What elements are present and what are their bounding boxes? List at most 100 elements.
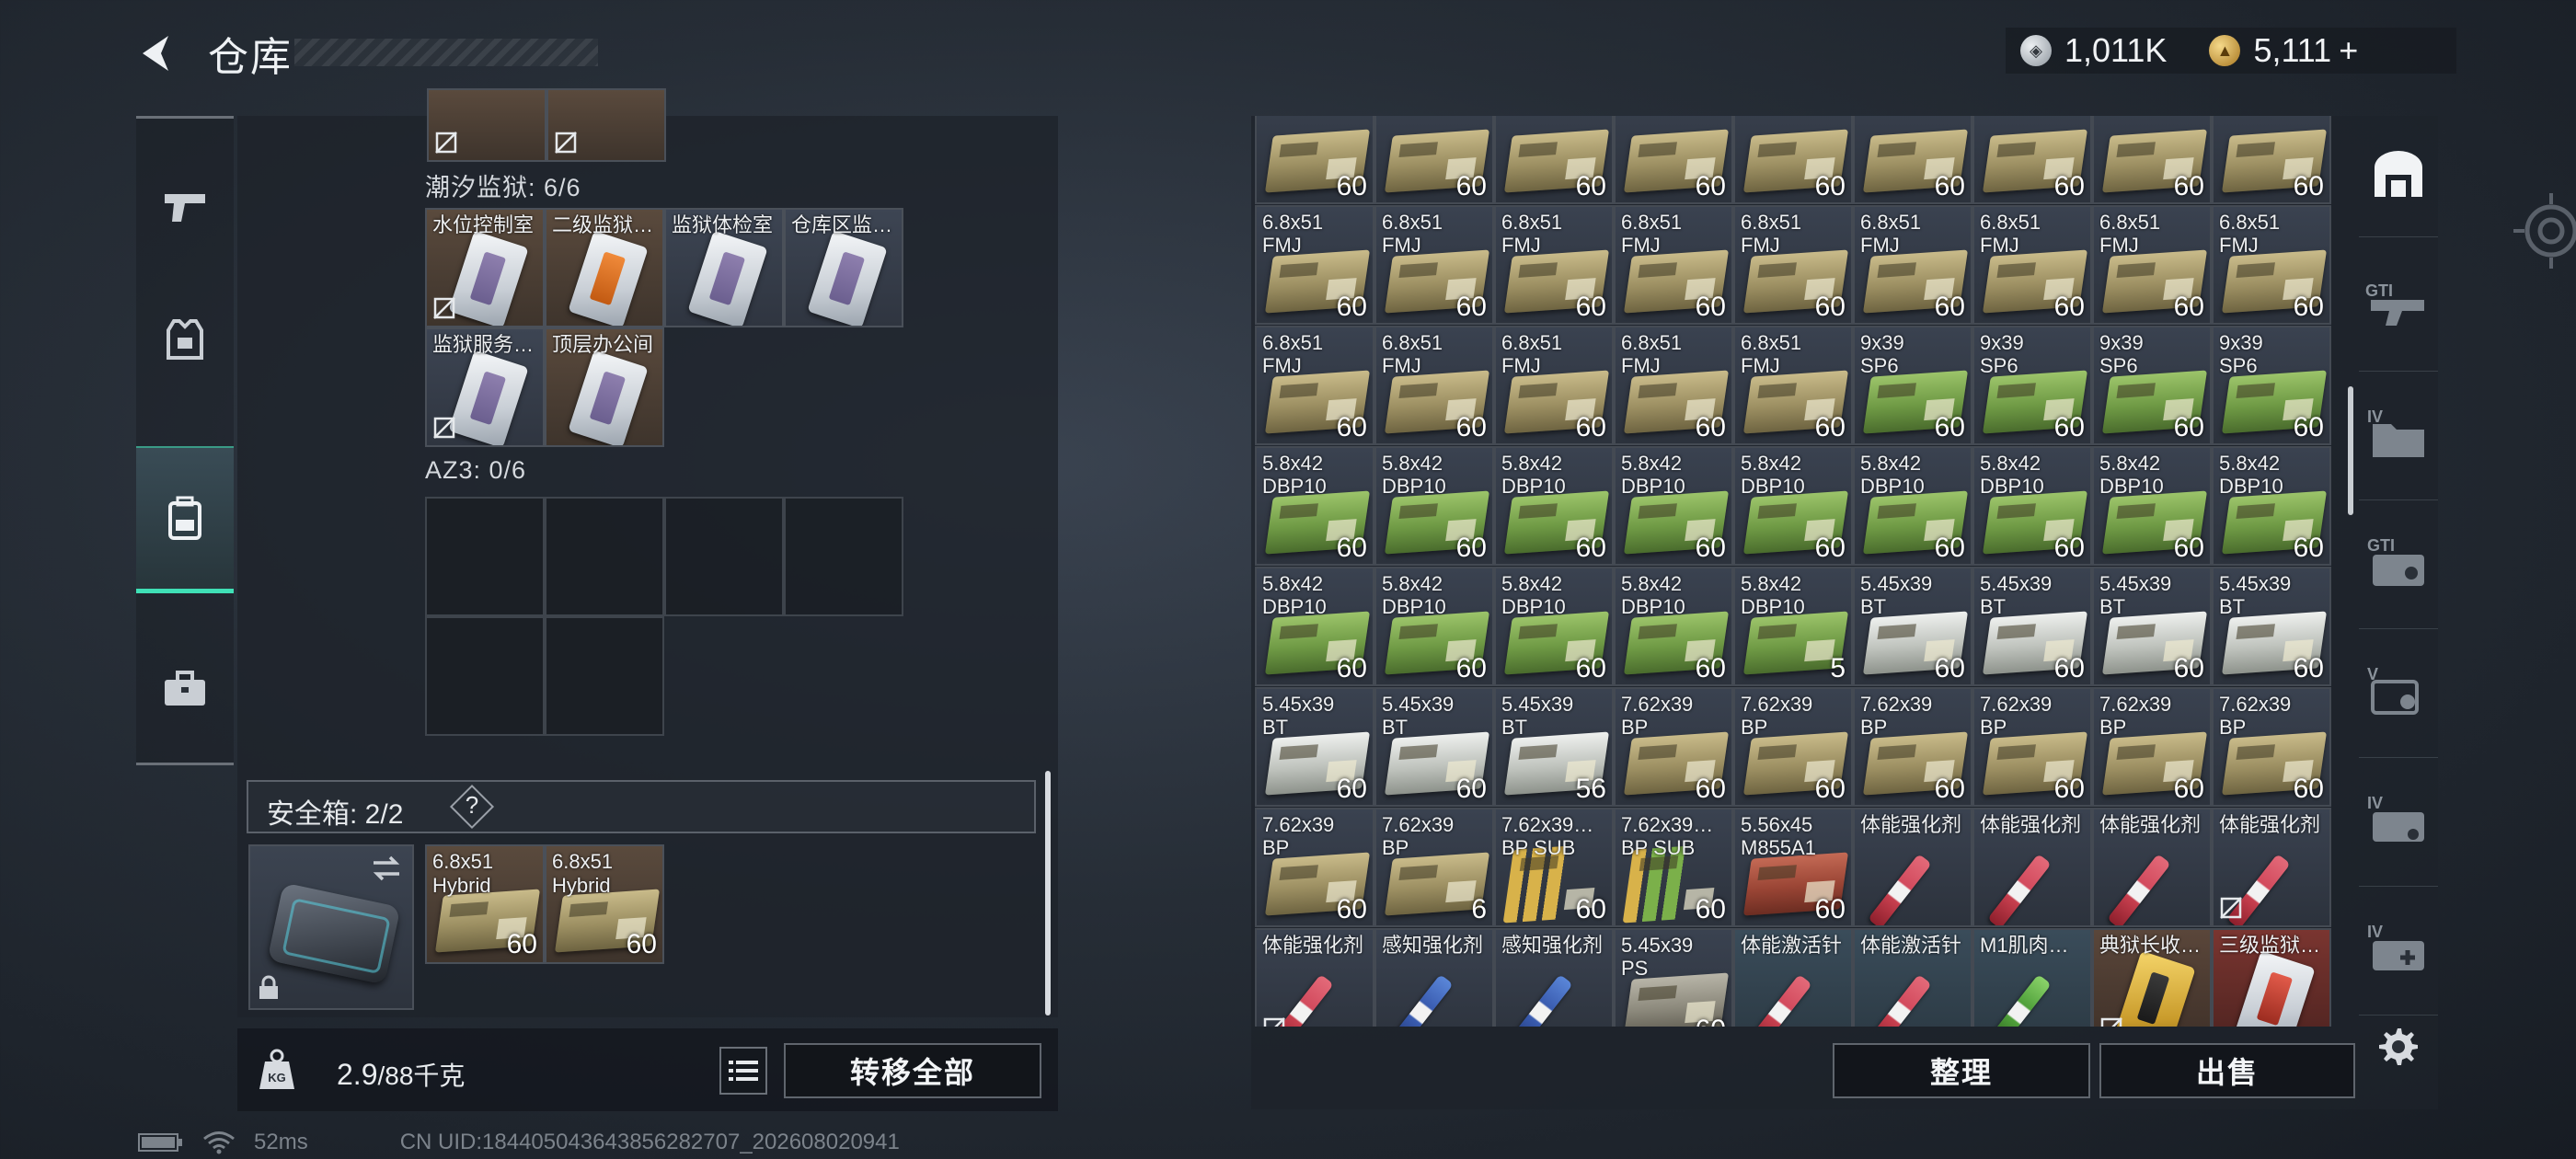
stash-item[interactable]: 5.8x42 DBP10 60: [1614, 446, 1733, 566]
empty-slot[interactable]: [545, 616, 664, 736]
key-card-slot[interactable]: 顶层办公间: [545, 327, 664, 447]
stash-item[interactable]: 感知强化剂: [1494, 928, 1614, 1027]
key-card-slot[interactable]: 水位控制室: [425, 208, 545, 327]
stash-item[interactable]: 感知强化剂: [1374, 928, 1494, 1027]
stash-item[interactable]: 9x39 SP6 60: [1972, 326, 2092, 445]
stash-item[interactable]: M1肌肉…: [1972, 928, 2092, 1027]
nav-backpack[interactable]: [136, 446, 234, 593]
nav-briefcase[interactable]: [136, 615, 234, 763]
stash-item[interactable]: 7.62x39… BP SUB 60: [1494, 808, 1614, 927]
stash-item[interactable]: 6.8x51 FMJ 60: [1853, 205, 1972, 325]
empty-slot[interactable]: [425, 616, 545, 736]
stash-item[interactable]: 体能激活针: [1853, 928, 1972, 1027]
safe-box-item[interactable]: 6.8x51 Hybrid 60: [545, 844, 664, 964]
crosshair-icon[interactable]: [2510, 189, 2576, 272]
stash-item[interactable]: 5.45x39 BT 56: [1494, 687, 1614, 807]
inventory-slot[interactable]: [427, 88, 546, 162]
stash-item[interactable]: 6.8x51 FMJ 60: [1255, 205, 1374, 325]
key-card-slot[interactable]: 仓库区监…: [784, 208, 903, 327]
stash-item[interactable]: 6.8x51 FMJ 60: [1494, 326, 1614, 445]
stash-category-card-case[interactable]: V: [2359, 638, 2438, 758]
stash-item[interactable]: 5.45x39 BT 60: [2212, 567, 2331, 686]
empty-slot[interactable]: [784, 497, 903, 616]
stash-item[interactable]: 7.62x39 BP 60: [2092, 687, 2212, 807]
stash-item[interactable]: 6.8x51 FMJ 60: [1733, 205, 1853, 325]
stash-item[interactable]: 5.45x39 BT 60: [1853, 567, 1972, 686]
stash-item[interactable]: 7.62x39 BP 60: [1614, 687, 1733, 807]
stash-category-med-case[interactable]: IV: [2359, 896, 2438, 1016]
stash-item[interactable]: 6.8x51 FMJ 60: [1255, 326, 1374, 445]
empty-slot[interactable]: [664, 497, 784, 616]
stash-item[interactable]: 6.8x51 FMJ 60: [1494, 205, 1614, 325]
stash-item[interactable]: 5.8x42 DBP10 60: [1972, 446, 2092, 566]
stash-item[interactable]: 5.45x39 BT 60: [2092, 567, 2212, 686]
list-view-button[interactable]: [719, 1047, 767, 1095]
stash-item[interactable]: 60: [1374, 116, 1494, 204]
stash-item[interactable]: 7.62x39 BP 60: [2212, 687, 2331, 807]
stash-item[interactable]: 6.8x51 FMJ 60: [1733, 326, 1853, 445]
safe-box-item[interactable]: 6.8x51 Hybrid 60: [425, 844, 545, 964]
stash-item[interactable]: 体能强化剂: [1972, 808, 2092, 927]
stash-item[interactable]: 5.8x42 DBP10 60: [1853, 446, 1972, 566]
stash-item[interactable]: 5.8x42 DBP10 60: [1374, 446, 1494, 566]
stash-item[interactable]: 5.45x39 BT 60: [1972, 567, 2092, 686]
stash-item[interactable]: 9x39 SP6 60: [2092, 326, 2212, 445]
stash-item[interactable]: 60: [1494, 116, 1614, 204]
nav-weapon[interactable]: [136, 133, 234, 281]
stash-item[interactable]: 6.8x51 FMJ 60: [1614, 326, 1733, 445]
add-gold-button[interactable]: +: [2339, 31, 2358, 70]
stash-item[interactable]: 6.8x51 FMJ 60: [2092, 205, 2212, 325]
stash-item[interactable]: 60: [1255, 116, 1374, 204]
key-card-slot[interactable]: 监狱服务…: [425, 327, 545, 447]
stash-scrollbar[interactable]: [2348, 386, 2353, 515]
stash-item[interactable]: 9x39 SP6 60: [2212, 326, 2331, 445]
stash-category-weapon-case[interactable]: GTI: [2359, 252, 2438, 372]
settings-button[interactable]: [2372, 1021, 2423, 1073]
left-scrollbar[interactable]: [1045, 771, 1051, 1016]
empty-slot[interactable]: [425, 497, 545, 616]
stash-item[interactable]: 6.8x51 FMJ 60: [1374, 326, 1494, 445]
stash-item[interactable]: 5.8x42 DBP10 60: [1733, 446, 1853, 566]
stash-item[interactable]: 60: [1853, 116, 1972, 204]
nav-armor[interactable]: [136, 266, 234, 413]
stash-item[interactable]: 5.45x39 BT 60: [1255, 687, 1374, 807]
back-button[interactable]: [129, 26, 184, 81]
safe-case-slot[interactable]: [248, 844, 414, 1010]
stash-item[interactable]: 三级监狱…: [2212, 928, 2331, 1027]
stash-item[interactable]: 6.8x51 FMJ 60: [1374, 205, 1494, 325]
stash-item[interactable]: 体能强化剂: [2212, 808, 2331, 927]
stash-item[interactable]: 6.8x51 FMJ 60: [1614, 205, 1733, 325]
stash-item[interactable]: 9x39 SP6 60: [1853, 326, 1972, 445]
empty-slot[interactable]: [545, 497, 664, 616]
stash-item[interactable]: 7.62x39 BP 60: [1733, 687, 1853, 807]
stash-item[interactable]: 5.8x42 DBP10 60: [1614, 567, 1733, 686]
stash-item[interactable]: 5.8x42 DBP10 5: [1733, 567, 1853, 686]
stash-item[interactable]: 60: [2212, 116, 2331, 204]
stash-item[interactable]: 60: [1733, 116, 1853, 204]
stash-item[interactable]: 6.8x51 FMJ 60: [2212, 205, 2331, 325]
swap-icon[interactable]: [370, 854, 403, 883]
stash-category-warehouse[interactable]: [2359, 118, 2438, 237]
stash-item[interactable]: 5.56x45 M855A1 60: [1733, 808, 1853, 927]
key-card-slot[interactable]: 二级监狱…: [545, 208, 664, 327]
stash-item[interactable]: 7.62x39 BP 60: [1255, 808, 1374, 927]
organize-button[interactable]: 整理: [1833, 1043, 2090, 1098]
transfer-all-button[interactable]: 转移全部: [784, 1043, 1041, 1098]
stash-item[interactable]: 6.8x51 FMJ 60: [1972, 205, 2092, 325]
stash-item[interactable]: 7.62x39… BP SUB 60: [1614, 808, 1733, 927]
stash-item[interactable]: 5.8x42 DBP10 60: [1255, 446, 1374, 566]
stash-item[interactable]: 5.8x42 DBP10 60: [2212, 446, 2331, 566]
stash-item[interactable]: 5.8x42 DBP10 60: [2092, 446, 2212, 566]
stash-item[interactable]: 5.45x39 BT 60: [1374, 687, 1494, 807]
stash-item[interactable]: 60: [1614, 116, 1733, 204]
stash-item[interactable]: 5.8x42 DBP10 60: [1374, 567, 1494, 686]
stash-item[interactable]: 典狱长收…: [2092, 928, 2212, 1027]
stash-item[interactable]: 5.8x42 DBP10 60: [1494, 446, 1614, 566]
stash-item[interactable]: 体能激活针: [1733, 928, 1853, 1027]
stash-item[interactable]: 体能强化剂: [1255, 928, 1374, 1027]
key-card-slot[interactable]: 监狱体检室: [664, 208, 784, 327]
stash-item[interactable]: 5.45x39 PS 60: [1614, 928, 1733, 1027]
stash-category-tool-case[interactable]: IV: [2359, 767, 2438, 887]
stash-item[interactable]: 5.8x42 DBP10 60: [1494, 567, 1614, 686]
stash-category-key-case[interactable]: GTI: [2359, 510, 2438, 629]
